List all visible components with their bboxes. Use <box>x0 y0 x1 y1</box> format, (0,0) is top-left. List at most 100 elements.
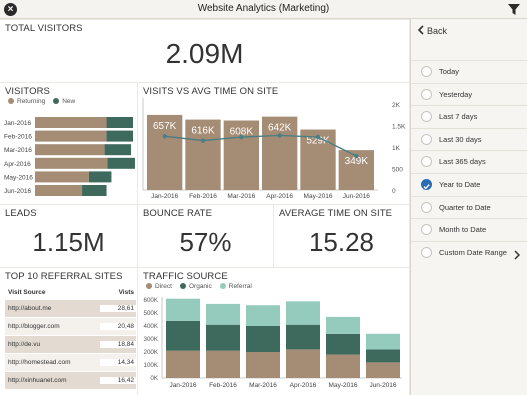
visitors-new-bar <box>107 157 135 169</box>
header-source: Visit Source <box>8 289 46 296</box>
bounce-rate-panel: BOUNCE RATE 57% <box>138 205 273 267</box>
legend-returning: Returning <box>8 98 45 105</box>
leads-value: 1.15M <box>32 227 105 257</box>
traffic-bar-organic <box>246 326 280 352</box>
radio-checked-icon[interactable] <box>421 179 432 190</box>
total-visitors-panel: TOTAL VISITORS 2.09M <box>0 20 409 82</box>
date-option-label: Last 7 days <box>439 112 478 122</box>
radio-unchecked-icon[interactable] <box>421 224 432 236</box>
traffic-bar-referral <box>366 333 400 350</box>
date-option-quarter-to-date[interactable]: Quarter to Date <box>411 195 527 218</box>
referral-row[interactable]: http://homestead.com 14,34 <box>5 354 136 372</box>
visits-y-tick: 0 <box>392 188 396 195</box>
referral-source: http://homestead.com <box>8 359 71 366</box>
avg-time-point <box>315 134 321 140</box>
visitors-month-label: Feb-2016 <box>4 134 32 141</box>
date-option-yesterday[interactable]: Yesterday <box>411 82 527 105</box>
visitors-returning-bar <box>35 171 89 183</box>
traffic-bar-organic <box>366 349 400 363</box>
radio-unchecked-icon[interactable] <box>421 66 432 77</box>
legend-organic: Organic <box>179 283 212 290</box>
traffic-bar-referral <box>326 316 360 334</box>
traffic-x-tick: Apr-2016 <box>290 382 317 389</box>
radio-unchecked-icon[interactable] <box>421 111 432 123</box>
referral-row[interactable]: http://blogger.com 20,48 <box>5 318 136 336</box>
referral-row[interactable]: http://de.vu 18,84 <box>5 336 136 354</box>
chevron-right-icon <box>514 247 521 265</box>
traffic-chart: 600K 500K 400K 300K 200K 100K 0K Jan-2016 Feb-20… <box>144 297 402 389</box>
referral-source: http://blogger.com <box>8 323 60 330</box>
date-option-month-to-date[interactable]: Month to Date <box>411 218 527 240</box>
radio-unchecked-icon[interactable] <box>421 246 432 258</box>
traffic-bar-direct <box>366 362 400 378</box>
title-bar: × Website Analytics (Marketing) <box>0 0 527 19</box>
date-option-label: Quarter to Date <box>439 202 491 212</box>
radio-unchecked-icon[interactable] <box>421 133 432 145</box>
traffic-bar-direct <box>206 350 240 378</box>
traffic-x-tick: Jun-2016 <box>369 382 396 389</box>
date-option-label: Last 30 days <box>439 134 482 144</box>
visitors-legend: Returning New <box>8 98 75 105</box>
traffic-bar-organic <box>326 333 360 355</box>
visitors-panel: VISITORS Returning New Jan-2016 Feb-2016 M… <box>0 83 137 204</box>
visitors-month-label: Jun-2016 <box>4 188 31 195</box>
visitors-returning-bar <box>35 185 83 196</box>
visitors-chart: Jan-2016 Feb-2016 Mar-2016 Apr-2016 May-2016… <box>4 117 135 196</box>
visits-bar-label: 657K <box>153 121 177 132</box>
referral-row[interactable]: http://xinhuanet.com 16,42 <box>5 372 136 390</box>
filter-icon[interactable] <box>507 3 521 16</box>
traffic-y-tick: 400K <box>144 323 159 330</box>
visits-y-tick: 1K <box>392 145 401 152</box>
referral-source: http://de.vu <box>8 341 41 348</box>
radio-unchecked-icon[interactable] <box>421 156 432 168</box>
avg-time-panel: AVERAGE TIME ON SITE 15.28 <box>274 205 409 267</box>
referral-source: http://xinhuanet.com <box>8 377 67 384</box>
date-option-custom-date-range[interactable]: Custom Date Range <box>411 240 527 265</box>
traffic-bar-direct <box>286 349 320 378</box>
date-option-label: Last 365 days <box>439 157 486 167</box>
traffic-bar-referral <box>206 303 240 325</box>
traffic-x-tick: May-2016 <box>329 382 358 389</box>
date-option-last-30-days[interactable]: Last 30 days <box>411 127 527 150</box>
traffic-bar-referral <box>246 305 280 326</box>
visits-bar-label: 616K <box>191 126 215 137</box>
avg-time-point <box>277 133 282 138</box>
total-visitors-title: TOTAL VISITORS <box>5 23 83 34</box>
referral-table: Visit Source Vists http://about.me 28,61 h… <box>5 286 136 390</box>
visitors-new-bar <box>88 171 112 183</box>
referral-row[interactable]: http://about.me 28,61 <box>5 300 136 318</box>
back-button[interactable]: Back <box>417 25 447 36</box>
traffic-y-tick: 100K <box>144 362 159 369</box>
traffic-bar-organic <box>206 324 240 351</box>
visitors-returning-bar <box>35 117 107 128</box>
visitors-returning-bar <box>35 157 108 169</box>
date-option-today[interactable]: Today <box>411 60 527 82</box>
traffic-bar-referral <box>166 298 200 321</box>
bounce-rate-value: 57% <box>179 227 232 257</box>
date-option-label: Year to Date <box>439 180 481 189</box>
visits-x-tick: Jan-2016 <box>151 193 178 200</box>
date-option-last-7-days[interactable]: Last 7 days <box>411 105 527 127</box>
traffic-bar-organic <box>166 320 200 351</box>
radio-unchecked-icon[interactable] <box>421 88 432 100</box>
date-option-label: Yesterday <box>439 89 473 99</box>
legend-referral: Referral <box>219 283 252 290</box>
traffic-x-tick: Jan-2016 <box>169 382 196 389</box>
date-option-last-365-days[interactable]: Last 365 days <box>411 150 527 172</box>
traffic-bar-organic <box>286 324 320 350</box>
traffic-panel: TRAFFIC SOURCE Direct Organic Referral 6… <box>138 268 409 395</box>
radio-unchecked-icon[interactable] <box>421 201 432 213</box>
avg-time-value: 15.28 <box>308 227 375 257</box>
traffic-y-tick: 600K <box>144 297 159 304</box>
visits-y-tick: 2K <box>392 102 401 109</box>
date-option-year-to-date[interactable]: Year to Date <box>411 173 527 195</box>
traffic-title: TRAFFIC SOURCE <box>143 271 228 282</box>
referral-visits: 28,61 <box>100 305 136 312</box>
traffic-x-tick: Mar-2016 <box>249 382 277 389</box>
visitors-month-label: Mar-2016 <box>4 147 32 154</box>
back-label: Back <box>427 26 448 36</box>
chevron-left-icon <box>417 25 424 35</box>
avg-time-point <box>239 134 244 140</box>
referral-title: TOP 10 REFERRAL SITES <box>5 271 123 282</box>
bounce-rate-title: BOUNCE RATE <box>143 208 213 219</box>
